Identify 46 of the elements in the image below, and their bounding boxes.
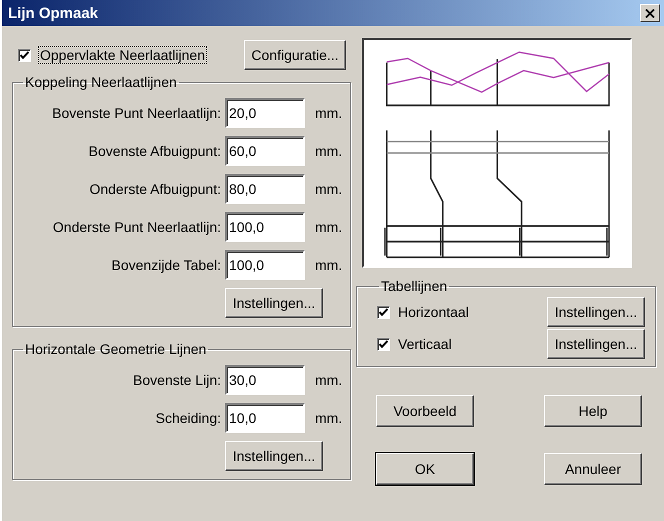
checkbox-label: Horizontaal xyxy=(398,304,469,320)
check-icon xyxy=(379,308,388,316)
field-label: Bovenste Afbuigpunt: xyxy=(88,143,222,159)
field-label: Onderste Punt Neerlaatlijn: xyxy=(52,219,222,235)
checkbox-label: Verticaal xyxy=(398,336,452,352)
dialog-button[interactable]: Help xyxy=(544,395,642,427)
dialog-button[interactable]: OK xyxy=(376,453,474,485)
input-field[interactable]: 100,0 xyxy=(225,250,305,280)
window-title: Lijn Opmaak xyxy=(8,4,98,22)
input-field[interactable]: 30,0 xyxy=(225,365,305,395)
settings-button[interactable]: Instellingen... xyxy=(225,288,323,318)
field-label: Onderste Afbuigpunt: xyxy=(88,181,222,197)
group-title: Tabellijnen xyxy=(380,278,448,294)
group-title: Horizontale Geometrie Lijnen xyxy=(24,341,208,357)
input-field[interactable]: 80,0 xyxy=(225,174,305,204)
check-icon xyxy=(20,50,29,60)
unit-label: mm. xyxy=(315,181,342,197)
unit-label: mm. xyxy=(315,105,342,121)
check-icon xyxy=(379,340,388,348)
input-field[interactable]: 60,0 xyxy=(225,136,305,166)
group-title: Koppeling Neerlaatlijnen xyxy=(24,74,178,90)
settings-button[interactable]: Instellingen... xyxy=(547,329,645,359)
settings-button[interactable]: Instellingen... xyxy=(547,297,645,327)
unit-label: mm. xyxy=(315,257,342,273)
field-label: Scheiding: xyxy=(154,410,222,426)
field-label: Bovenste Punt Neerlaatlijn: xyxy=(51,105,222,121)
dialog-button[interactable]: Annuleer xyxy=(544,453,642,485)
line-checkbox[interactable]: Horizontaal xyxy=(377,304,469,320)
unit-label: mm. xyxy=(315,410,342,426)
input-field[interactable]: 10,0 xyxy=(225,403,305,433)
field-label: Bovenste Lijn: xyxy=(132,372,222,388)
input-field[interactable]: 20,0 xyxy=(225,98,305,128)
checkbox[interactable] xyxy=(18,48,31,62)
close-icon xyxy=(645,8,655,18)
checkbox[interactable] xyxy=(377,338,390,350)
checkbox[interactable] xyxy=(377,306,390,318)
unit-label: mm. xyxy=(315,219,342,235)
unit-label: mm. xyxy=(315,143,342,159)
unit-label: mm. xyxy=(315,372,342,388)
input-field[interactable]: 100,0 xyxy=(225,212,305,242)
field-label: Bovenzijde Tabel: xyxy=(110,257,222,273)
line-checkbox[interactable]: Verticaal xyxy=(377,336,452,352)
configuration-button[interactable]: Configuratie... xyxy=(244,40,346,70)
settings-button[interactable]: Instellingen... xyxy=(225,441,323,471)
dialog-button[interactable]: Voorbeeld xyxy=(376,395,474,427)
close-button[interactable] xyxy=(640,4,660,22)
